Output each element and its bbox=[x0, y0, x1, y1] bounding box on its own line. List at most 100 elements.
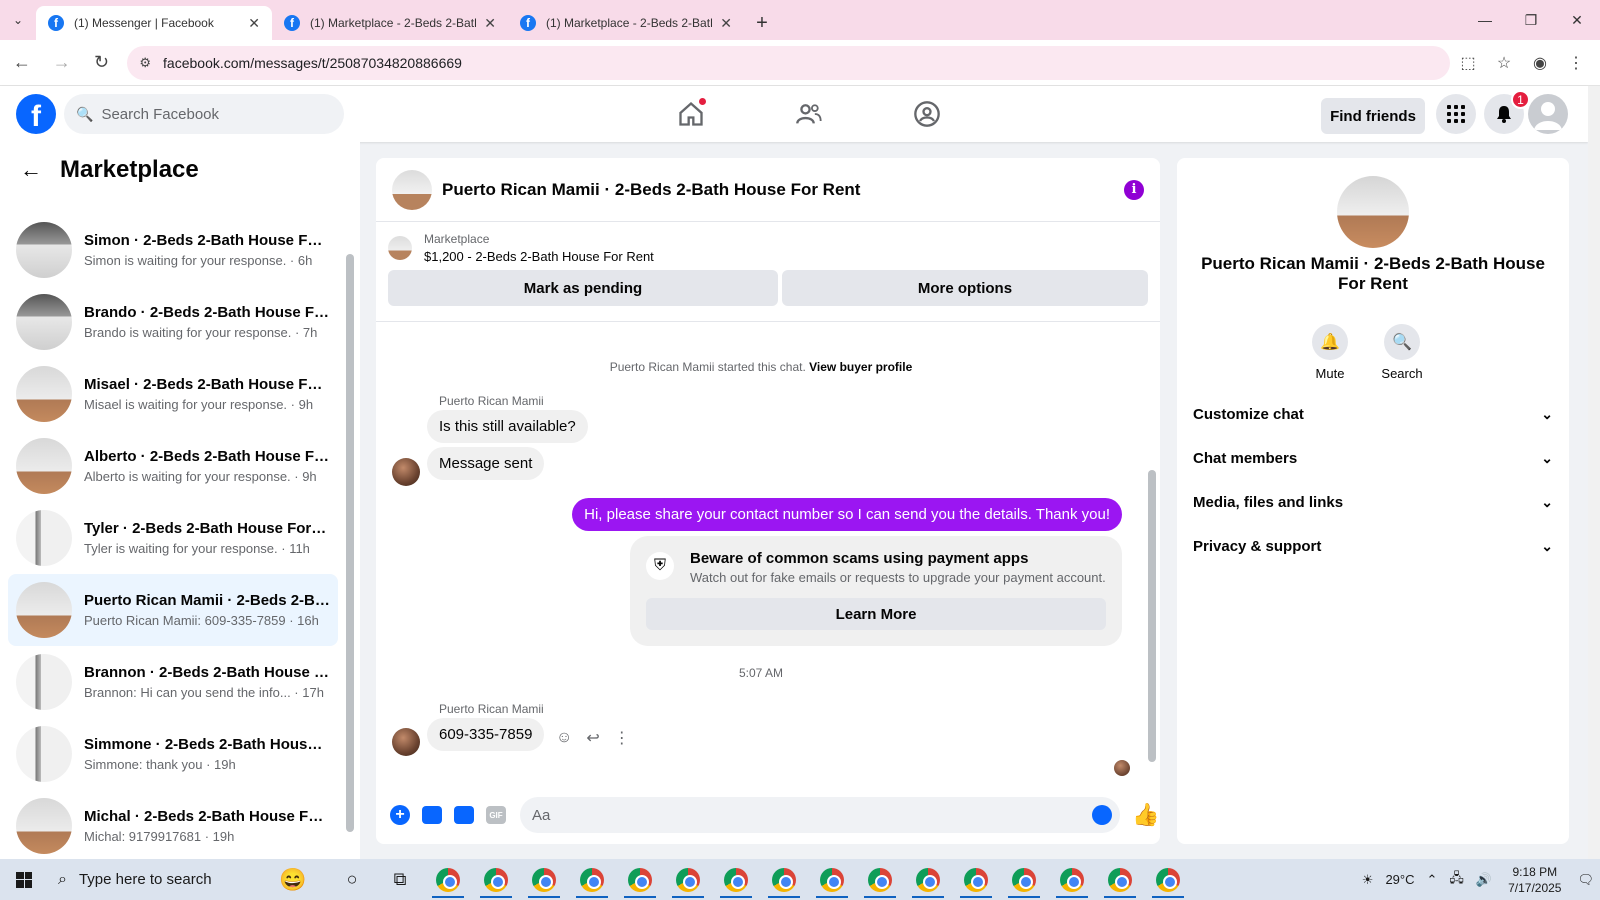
forward-icon[interactable]: → bbox=[44, 45, 80, 81]
browser-tab[interactable]: f (1) Messenger | Facebook ✕ bbox=[36, 6, 272, 40]
reply-icon[interactable]: ↩ bbox=[586, 728, 599, 748]
chrome-taskbar-icon[interactable] bbox=[952, 859, 1000, 900]
chrome-menu-icon[interactable]: ⋮ bbox=[1558, 45, 1594, 81]
attach-media-button[interactable] bbox=[416, 799, 448, 831]
conversation-item[interactable]: Brando · 2-Beds 2-Bath House For Rent Bra… bbox=[8, 286, 338, 358]
view-buyer-profile-link[interactable]: View buyer profile bbox=[809, 360, 912, 374]
chrome-taskbar-icon[interactable] bbox=[856, 859, 904, 900]
facebook-search-input[interactable]: 🔍 Search Facebook bbox=[64, 94, 344, 134]
sender-avatar[interactable] bbox=[392, 458, 420, 486]
conversation-item[interactable]: Tyler · 2-Beds 2-Bath House For Rent Tyle… bbox=[8, 502, 338, 574]
gif-button[interactable]: GIF bbox=[480, 799, 512, 831]
scrollbar-thumb[interactable] bbox=[346, 254, 354, 832]
incoming-message[interactable]: Message sent bbox=[427, 447, 545, 480]
groups-nav-button[interactable] bbox=[868, 86, 986, 142]
notification-center-icon[interactable]: 🗨 bbox=[1571, 872, 1600, 888]
conversation-item[interactable]: Brannon · 2-Beds 2-Bath House For Rent Br… bbox=[8, 646, 338, 718]
media-files-section[interactable]: Media, files and links ⌄ bbox=[1193, 480, 1553, 524]
chat-scrollbar[interactable] bbox=[1147, 322, 1157, 778]
taskbar-search[interactable]: ⌕ Type here to search bbox=[48, 859, 258, 900]
info-icon[interactable]: i bbox=[1124, 179, 1144, 200]
emoji-icon[interactable] bbox=[1092, 805, 1112, 825]
incoming-message[interactable]: Is this still available? bbox=[427, 410, 588, 443]
scrollbar-thumb[interactable] bbox=[1148, 470, 1156, 762]
browser-tab[interactable]: f (1) Marketplace - 2-Beds 2-Bath ✕ bbox=[272, 6, 508, 40]
account-avatar[interactable] bbox=[1528, 94, 1568, 134]
chrome-taskbar-icon[interactable] bbox=[904, 859, 952, 900]
listing-photo[interactable] bbox=[1337, 176, 1409, 248]
conversation-item[interactable]: Simmone · 2-Beds 2-Bath House For Rent Si… bbox=[8, 718, 338, 790]
weather-temp[interactable]: 29°C bbox=[1379, 872, 1420, 887]
reload-icon[interactable]: ↻ bbox=[84, 45, 120, 81]
menu-button[interactable] bbox=[1436, 94, 1476, 134]
conversation-item[interactable]: Alberto · 2-Beds 2-Bath House For Rent Al… bbox=[8, 430, 338, 502]
facebook-logo-icon[interactable]: f bbox=[16, 94, 56, 134]
sidebar-scrollbar[interactable] bbox=[345, 192, 354, 832]
clock[interactable]: 9:18 PM 7/17/2025 bbox=[1498, 864, 1571, 896]
react-icon[interactable]: ☺ bbox=[556, 729, 572, 747]
chrome-taskbar-icon[interactable] bbox=[760, 859, 808, 900]
close-window-icon[interactable]: ✕ bbox=[1554, 0, 1600, 40]
incoming-message[interactable]: 609-335-7859 bbox=[427, 718, 545, 751]
notifications-button[interactable]: 1 bbox=[1484, 90, 1530, 134]
search-highlight-icon[interactable]: 😄 bbox=[258, 859, 328, 900]
back-icon[interactable]: ← bbox=[4, 45, 40, 81]
cortana-icon[interactable]: ○ bbox=[328, 859, 376, 900]
minimize-icon[interactable]: — bbox=[1462, 0, 1508, 40]
outgoing-message[interactable]: Hi, please share your contact number so … bbox=[572, 498, 1122, 531]
search-chat-button[interactable]: 🔍 Search bbox=[1381, 324, 1423, 381]
privacy-support-section[interactable]: Privacy & support ⌄ bbox=[1193, 524, 1553, 568]
chrome-taskbar-icon[interactable] bbox=[520, 859, 568, 900]
install-app-icon[interactable]: ⬚ bbox=[1450, 45, 1486, 81]
start-button[interactable] bbox=[0, 859, 48, 900]
chat-members-section[interactable]: Chat members ⌄ bbox=[1193, 436, 1553, 480]
chrome-taskbar-icon[interactable] bbox=[1000, 859, 1048, 900]
thumbs-up-icon[interactable]: 👍 bbox=[1132, 802, 1159, 828]
weather-icon[interactable]: ☀ bbox=[1356, 872, 1380, 888]
sticker-button[interactable] bbox=[448, 799, 480, 831]
site-info-icon[interactable]: ⚙ bbox=[139, 55, 151, 71]
close-tab-icon[interactable]: ✕ bbox=[720, 15, 732, 32]
listing-thumbnail[interactable] bbox=[392, 169, 432, 210]
message-input[interactable]: Aa bbox=[520, 797, 1120, 833]
chrome-taskbar-icon[interactable] bbox=[616, 859, 664, 900]
chrome-taskbar-icon[interactable] bbox=[1144, 859, 1192, 900]
mute-button[interactable]: 🔔 Mute bbox=[1311, 324, 1349, 381]
chrome-taskbar-icon[interactable] bbox=[1048, 859, 1096, 900]
network-icon[interactable]: 🖧 bbox=[1443, 869, 1470, 891]
learn-more-button[interactable]: Learn More bbox=[646, 598, 1106, 630]
chrome-taskbar-icon[interactable] bbox=[1096, 859, 1144, 900]
more-actions-button[interactable]: + bbox=[384, 799, 416, 831]
close-tab-icon[interactable]: ✕ bbox=[484, 15, 496, 32]
chrome-taskbar-icon[interactable] bbox=[472, 859, 520, 900]
back-arrow-icon[interactable]: ← bbox=[20, 157, 42, 183]
conversation-item[interactable]: Simon · 2-Beds 2-Bath House For Rent Simo… bbox=[8, 214, 338, 286]
friends-nav-button[interactable] bbox=[750, 86, 868, 142]
tab-search-button[interactable]: ⌄ bbox=[0, 0, 36, 40]
chrome-taskbar-icon[interactable] bbox=[808, 859, 856, 900]
volume-icon[interactable]: 🔊 bbox=[1470, 872, 1498, 888]
chat-title[interactable]: Puerto Rican Mamii · 2-Beds 2-Bath House… bbox=[442, 180, 1124, 200]
page-scrollbar[interactable] bbox=[1588, 86, 1600, 859]
conversation-item[interactable]: Misael · 2-Beds 2-Bath House For Rent Mis… bbox=[8, 358, 338, 430]
restore-icon[interactable]: ❐ bbox=[1508, 0, 1554, 40]
chrome-taskbar-icon[interactable] bbox=[568, 859, 616, 900]
chrome-taskbar-icon[interactable] bbox=[712, 859, 760, 900]
home-nav-button[interactable] bbox=[632, 86, 750, 142]
conversation-item-active[interactable]: Puerto Rican Mamii · 2-Beds 2-Bath House… bbox=[8, 574, 338, 646]
sender-avatar[interactable] bbox=[392, 728, 420, 756]
chrome-taskbar-icon[interactable] bbox=[664, 859, 712, 900]
task-view-icon[interactable]: ⧉ bbox=[376, 859, 424, 900]
profile-icon[interactable]: ◉ bbox=[1522, 45, 1558, 81]
close-tab-icon[interactable]: ✕ bbox=[248, 15, 260, 32]
chevron-up-icon[interactable]: ⌃ bbox=[1421, 872, 1444, 888]
customize-chat-section[interactable]: Customize chat ⌄ bbox=[1193, 392, 1553, 436]
address-bar[interactable]: ⚙ facebook.com/messages/t/25087034820886… bbox=[127, 45, 1450, 80]
new-tab-button[interactable]: + bbox=[744, 6, 780, 40]
chrome-taskbar-icon[interactable] bbox=[424, 859, 472, 900]
find-friends-button[interactable]: Find friends bbox=[1321, 98, 1425, 134]
bookmark-star-icon[interactable]: ☆ bbox=[1486, 45, 1522, 81]
mark-pending-button[interactable]: Mark as pending bbox=[388, 270, 778, 306]
conversation-item[interactable]: Michal · 2-Beds 2-Bath House For Rent Mic… bbox=[8, 790, 338, 859]
more-options-button[interactable]: More options bbox=[781, 270, 1148, 306]
